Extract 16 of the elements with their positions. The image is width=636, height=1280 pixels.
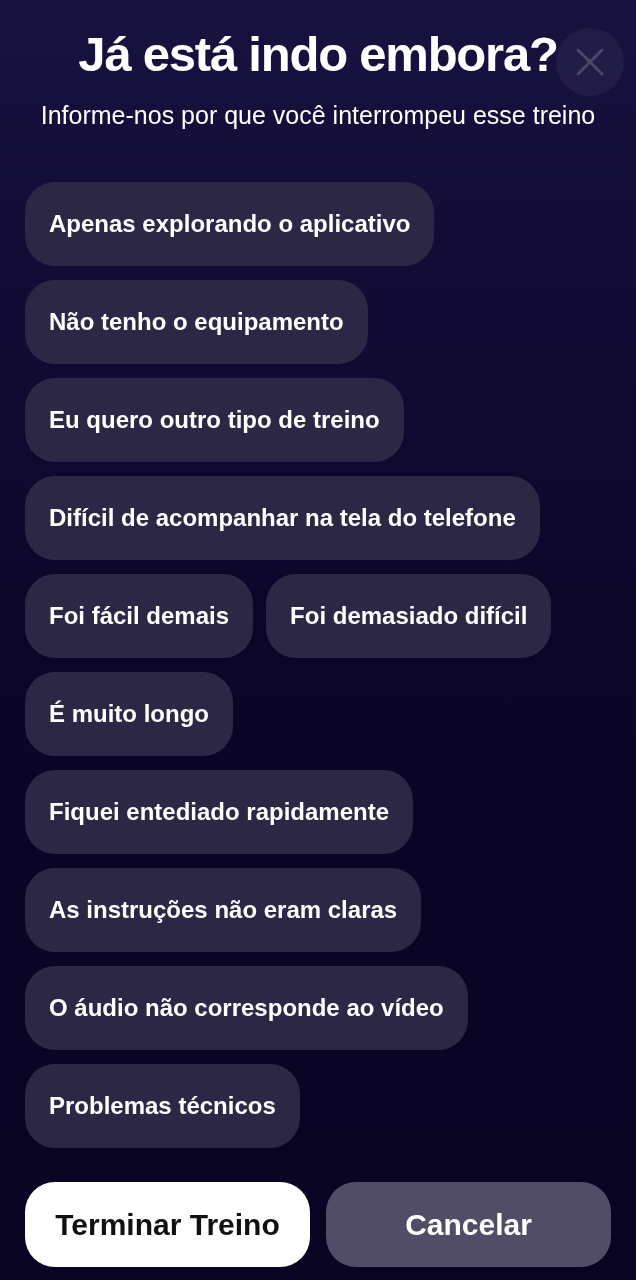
reason-chip[interactable]: Foi demasiado difícil — [266, 574, 552, 658]
reason-chip[interactable]: É muito longo — [25, 672, 233, 756]
reason-chip[interactable]: O áudio não corresponde ao vídeo — [25, 966, 468, 1050]
reason-chip[interactable]: Fiquei entediado rapidamente — [25, 770, 414, 854]
reason-chip[interactable]: Apenas explorando o aplicativo — [25, 182, 435, 266]
reason-chip[interactable]: Eu quero outro tipo de treino — [25, 378, 404, 462]
reason-chip[interactable]: Não tenho o equipamento — [25, 280, 368, 364]
reason-chip[interactable]: Foi fácil demais — [25, 574, 254, 658]
close-icon — [575, 47, 605, 77]
reason-chip[interactable]: Problemas técnicos — [25, 1064, 300, 1148]
finish-button[interactable]: Terminar Treino — [25, 1182, 310, 1267]
reason-chip[interactable]: Difícil de acompanhar na tela do telefone — [25, 476, 540, 560]
cancel-button[interactable]: Cancelar — [326, 1182, 611, 1267]
dialog-title: Já está indo embora? — [78, 26, 558, 82]
dialog-subtitle: Informe-nos por que você interrompeu esse treino — [39, 100, 597, 130]
reason-chip[interactable]: As instruções não eram claras — [25, 868, 422, 952]
